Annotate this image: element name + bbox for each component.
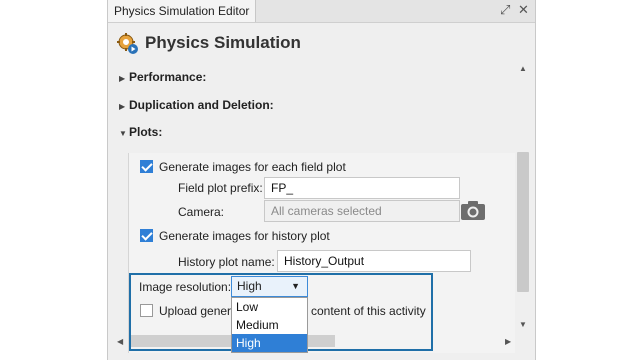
camera-icon[interactable] (460, 199, 486, 221)
generate-field-images-label: Generate images for each field plot (159, 160, 346, 174)
section-performance-label: Performance: (129, 70, 207, 84)
page-title: Physics Simulation (145, 33, 301, 52)
section-duplication[interactable]: ▶ Duplication and Deletion: (119, 98, 274, 112)
history-plot-name-label: History plot name: (178, 255, 275, 269)
image-resolution-dropdown: Low Medium High (231, 297, 308, 353)
generate-history-images-label: Generate images for history plot (159, 229, 330, 243)
resolution-option-high[interactable]: High (232, 334, 307, 352)
gear-icon (117, 33, 138, 54)
image-resolution-select[interactable]: High ▼ (231, 276, 308, 297)
section-plots-label: Plots: (129, 125, 163, 139)
field-plot-prefix-label: Field plot prefix: (178, 181, 263, 195)
scroll-right-arrow[interactable]: ▶ (505, 337, 511, 346)
section-duplication-label: Duplication and Deletion: (129, 98, 274, 112)
vertical-scrollbar-thumb[interactable] (517, 152, 529, 292)
resolution-option-low[interactable]: Low (232, 298, 307, 316)
close-icon[interactable]: ✕ (518, 2, 529, 18)
section-plots[interactable]: ▼ Plots: (119, 125, 162, 139)
camera-field: All cameras selected (264, 200, 460, 222)
scroll-down-arrow[interactable]: ▼ (519, 320, 527, 329)
history-plot-name-input[interactable]: History_Output (277, 250, 471, 272)
title-bar: Physics Simulation Editor ⤢ ✕ (108, 0, 535, 23)
camera-label: Camera: (178, 205, 225, 219)
chevron-down-icon: ▼ (119, 129, 127, 138)
section-performance[interactable]: ▶ Performance: (119, 70, 206, 84)
field-plot-prefix-input[interactable]: FP_ (264, 177, 460, 199)
chevron-right-icon: ▶ (119, 74, 126, 83)
tab-physics-simulation-editor[interactable]: Physics Simulation Editor (108, 0, 257, 22)
resolution-option-medium[interactable]: Medium (232, 316, 307, 334)
scroll-left-arrow[interactable]: ◀ (117, 337, 123, 346)
image-resolution-value: High (237, 279, 262, 293)
expand-icon[interactable]: ⤢ (500, 2, 510, 18)
scroll-up-arrow[interactable]: ▲ (519, 64, 527, 73)
generate-history-images-checkbox[interactable] (140, 229, 153, 242)
chevron-right-icon: ▶ (119, 102, 126, 111)
generate-field-images-checkbox[interactable] (140, 160, 153, 173)
dropdown-caret-icon: ▼ (291, 281, 300, 291)
